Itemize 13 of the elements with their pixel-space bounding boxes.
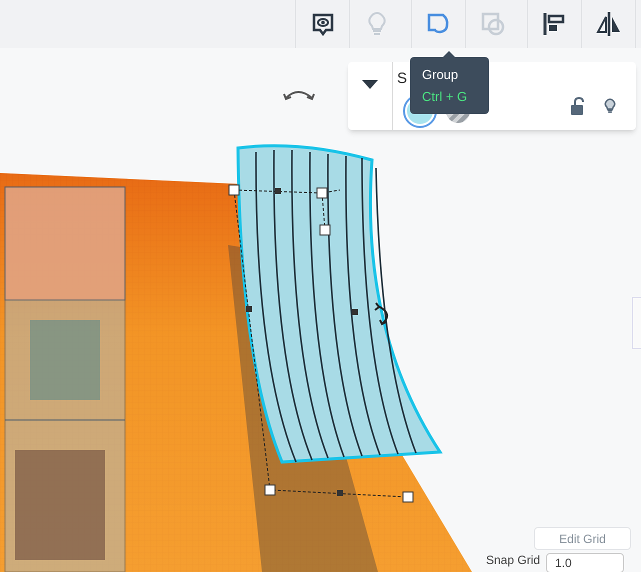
tooltip-title: Group — [422, 66, 458, 84]
unlocked-padlock-icon[interactable] — [570, 97, 584, 115]
rotate-arrow-icon[interactable] — [374, 302, 388, 325]
collapse-caret-icon[interactable] — [362, 80, 378, 89]
ungroup-icon — [480, 11, 506, 37]
snap-grid-select[interactable]: 1.0 — [546, 553, 624, 572]
lightbulb-icon[interactable] — [602, 96, 618, 116]
align-icon — [542, 11, 568, 37]
mirror-icon — [596, 11, 622, 37]
panel-title: S — [397, 69, 408, 89]
rotate-arrow-icon[interactable] — [283, 91, 315, 100]
tooltip-shortcut: Ctrl + G — [422, 88, 468, 106]
snap-grid-label: Snap Grid — [486, 553, 540, 567]
